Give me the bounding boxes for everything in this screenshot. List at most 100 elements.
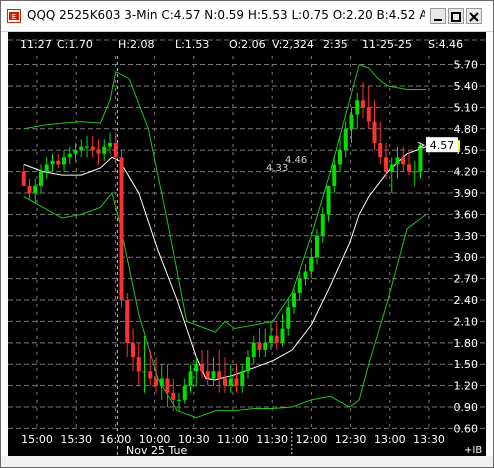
candle-up bbox=[85, 146, 89, 148]
chart-area[interactable]: 5.70 5.40 5.10 4.80 4.50 4.20 3.90 3.60 3.30 3.00… bbox=[8, 32, 486, 456]
candle-up bbox=[67, 153, 72, 158]
candle-down bbox=[401, 157, 406, 165]
candle-up bbox=[389, 164, 394, 172]
candle-up bbox=[395, 157, 400, 165]
candle-up bbox=[108, 143, 112, 147]
info-high: H:2.08 bbox=[118, 38, 154, 51]
y-tick-label: 5.70 bbox=[454, 59, 479, 72]
candle-up bbox=[338, 150, 342, 165]
candle-up bbox=[211, 371, 216, 379]
info-low: L:1.53 bbox=[175, 38, 209, 51]
close-button[interactable] bbox=[466, 8, 482, 24]
maximize-button[interactable] bbox=[448, 8, 464, 24]
candle-up bbox=[320, 214, 325, 236]
candle-down bbox=[148, 371, 153, 379]
candle-up bbox=[355, 100, 360, 115]
candle-up bbox=[39, 171, 43, 186]
date-label: Nov 25 Tue bbox=[126, 444, 187, 456]
candle-down bbox=[200, 364, 204, 372]
candle-down bbox=[90, 146, 95, 151]
candle-down bbox=[171, 392, 176, 400]
candle-up bbox=[246, 357, 250, 372]
info-close: C:1.70 bbox=[57, 38, 93, 51]
y-tick-label: 3.90 bbox=[454, 187, 479, 200]
candle-down bbox=[217, 371, 222, 379]
x-tick-label: 13:00 bbox=[374, 433, 406, 446]
upper-band-line bbox=[23, 63, 427, 333]
minimize-button[interactable] bbox=[430, 8, 446, 24]
candle-up bbox=[62, 157, 66, 165]
close-icon bbox=[469, 12, 479, 22]
candle-down bbox=[165, 378, 170, 393]
y-tick-label: 0.90 bbox=[454, 401, 479, 414]
last-price-marker-bar bbox=[458, 140, 460, 151]
candle-up bbox=[349, 114, 354, 129]
chart-labels: 11:27 C:1.70 H:2.08 L:1.53 O:2.06 V:2,32… bbox=[20, 38, 482, 456]
candle-down bbox=[223, 378, 227, 386]
x-tick-label: 12:30 bbox=[335, 433, 367, 446]
candle-up bbox=[228, 378, 233, 386]
candle-up bbox=[269, 335, 273, 343]
candles bbox=[21, 82, 423, 411]
candle-up bbox=[303, 271, 308, 279]
candle-up bbox=[33, 185, 38, 193]
average-line bbox=[23, 146, 427, 381]
candle-up bbox=[251, 342, 256, 358]
candle-down bbox=[56, 160, 61, 165]
window-title: QQQ 2525K603 3-Min C:4.57 N:0.59 H:5.53 … bbox=[27, 8, 425, 22]
candle-up bbox=[159, 378, 164, 386]
y-tick-label: 1.50 bbox=[454, 358, 479, 371]
candle-down bbox=[384, 157, 388, 172]
candle-up bbox=[418, 145, 423, 172]
x-tick-label: 12:00 bbox=[296, 433, 328, 446]
candle-down bbox=[372, 121, 377, 144]
candle-up bbox=[263, 342, 268, 350]
info-time: 11:27 bbox=[20, 38, 52, 51]
y-tick-label: 2.40 bbox=[454, 294, 479, 307]
x-tick-label: 11:00 bbox=[217, 433, 249, 446]
x-tick-label: 11:30 bbox=[256, 433, 288, 446]
candle-up bbox=[182, 385, 187, 400]
x-tick-label: 15:00 bbox=[21, 433, 53, 446]
candle-down bbox=[234, 378, 239, 386]
price-annotation: 4.33 bbox=[266, 163, 288, 174]
y-tick-label: 3.30 bbox=[454, 230, 479, 243]
candle-down bbox=[119, 157, 124, 301]
candle-up bbox=[194, 364, 199, 372]
candle-down bbox=[21, 171, 26, 186]
y-tick-label: 5.40 bbox=[454, 80, 479, 93]
candle-up bbox=[343, 128, 348, 151]
candle-up bbox=[286, 307, 291, 329]
x-tick-label: 15:30 bbox=[60, 433, 92, 446]
candle-up bbox=[44, 164, 49, 172]
candle-down bbox=[136, 357, 141, 372]
maximize-icon bbox=[451, 12, 461, 22]
y-tick-label: 2.70 bbox=[454, 273, 479, 286]
candle-up bbox=[240, 371, 245, 386]
candle-up bbox=[50, 160, 55, 165]
candle-down bbox=[366, 107, 371, 122]
candle-up bbox=[292, 292, 296, 308]
candle-down bbox=[361, 100, 365, 108]
candle-up bbox=[297, 278, 302, 293]
candle-down bbox=[205, 371, 210, 379]
price-chart[interactable]: 5.705.405.104.804.504.203.903.603.303.00… bbox=[8, 32, 486, 456]
candle-down bbox=[378, 143, 383, 158]
y-tick-label: 3.00 bbox=[454, 251, 479, 264]
price-annotation: 4.46 bbox=[285, 155, 307, 166]
y-tick-label: 1.20 bbox=[454, 380, 479, 393]
y-tick-label: 0.60 bbox=[454, 422, 479, 435]
candle-up bbox=[177, 399, 181, 401]
candle-up bbox=[73, 150, 78, 154]
candle-down bbox=[27, 185, 32, 193]
info-bar: 11:27 C:1.70 H:2.08 L:1.53 O:2.06 V:2,32… bbox=[20, 38, 463, 51]
info-volume: V:2,324 bbox=[272, 38, 314, 51]
candle-up bbox=[412, 171, 417, 173]
y-tick-label: 4.20 bbox=[454, 166, 479, 179]
candle-up bbox=[79, 146, 84, 151]
last-price-value: 4.57 bbox=[430, 139, 455, 152]
y-tick-label: 5.10 bbox=[454, 101, 479, 114]
chart-window: E QQQ 2525K603 3-Min C:4.57 N:0.59 H:5.5… bbox=[0, 0, 494, 468]
title-bar[interactable]: E QQQ 2525K603 3-Min C:4.57 N:0.59 H:5.5… bbox=[1, 1, 493, 32]
candle-up bbox=[142, 371, 147, 373]
